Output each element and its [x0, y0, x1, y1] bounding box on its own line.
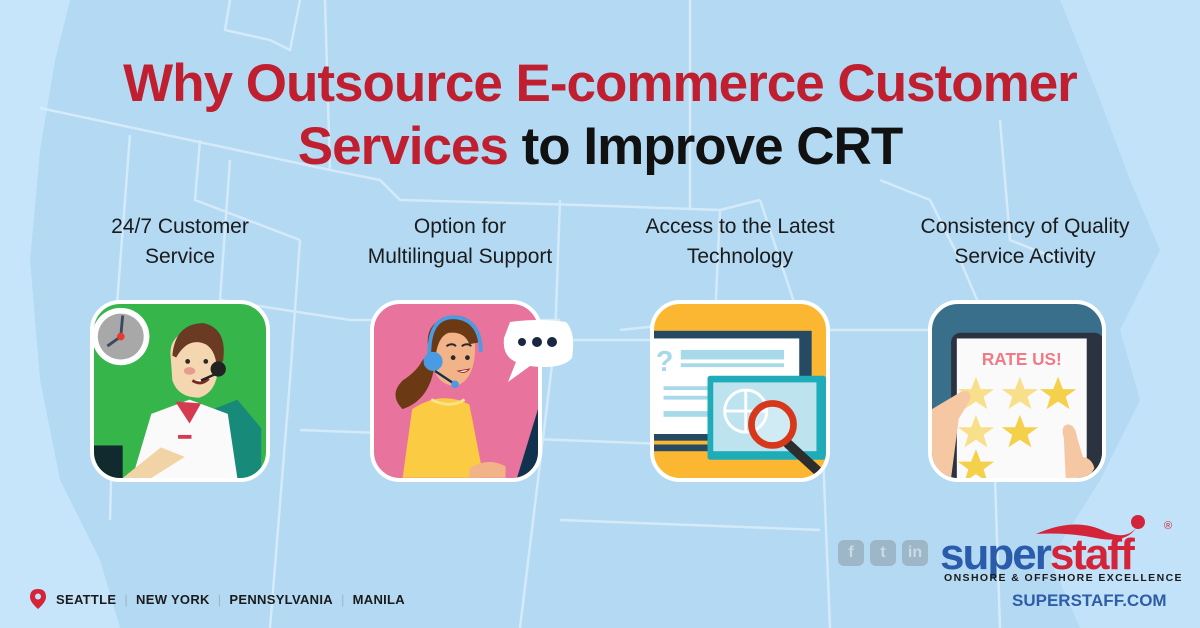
feature-technology: Access to the Latest Technology	[600, 212, 880, 274]
rate-us-tablet-icon: RATE US!	[928, 300, 1106, 482]
label-line2: Service	[144, 245, 216, 268]
brand-tagline: ONSHORE & OFFSHORE EXCELLENCE	[944, 572, 1183, 584]
label-line1: 24/7 Customer	[111, 215, 249, 238]
website-link[interactable]: SUPERSTAFF.COM	[1012, 591, 1167, 611]
separator: |	[340, 591, 345, 607]
title-red-word: Services	[297, 117, 509, 176]
feature-247-service: 24/7 Customer Service	[40, 212, 320, 274]
linkedin-icon[interactable]: in	[902, 540, 928, 566]
twitter-icon[interactable]: t	[870, 540, 896, 566]
support-agent-with-clock-icon	[90, 300, 270, 482]
separator: |	[217, 591, 222, 607]
location-new-york: NEW YORK	[136, 591, 210, 607]
label-line2: Service Activity	[954, 245, 1096, 268]
label-line2: Technology	[686, 245, 794, 268]
facebook-icon[interactable]: f	[838, 540, 864, 566]
page-title: Why Outsource E-commerce Customer Servic…	[0, 52, 1200, 178]
label-line1: Consistency of Quality	[920, 215, 1130, 238]
label-line2: Multilingual Support	[367, 245, 553, 268]
registered-mark: ®	[1164, 520, 1173, 532]
svg-text:?: ?	[656, 346, 674, 378]
feature-label: Consistency of Quality Service Activity	[885, 212, 1165, 274]
feature-consistency: Consistency of Quality Service Activity	[885, 212, 1165, 274]
location-pin-icon	[30, 589, 46, 609]
feature-label: Access to the Latest Technology	[600, 212, 880, 274]
title-line1: Why Outsource E-commerce Customer	[123, 54, 1078, 113]
rate-us-text: RATE US!	[982, 349, 1062, 369]
location-manila: MANILA	[352, 591, 405, 607]
label-line1: Option for	[413, 215, 507, 238]
location-pennsylvania: PENNSYLVANIA	[229, 591, 333, 607]
tablet-with-magnifier-icon: ?	[650, 300, 830, 482]
separator: |	[124, 591, 129, 607]
speech-bubble-icon	[503, 320, 574, 382]
label-line1: Access to the Latest	[645, 215, 835, 238]
feature-label: Option for Multilingual Support	[320, 212, 600, 274]
social-links: f t in	[838, 540, 928, 566]
location-seattle: SEATTLE	[56, 591, 117, 607]
title-black-part: to Improve CRT	[507, 117, 904, 176]
feature-multilingual: Option for Multilingual Support	[320, 212, 600, 274]
feature-label: 24/7 Customer Service	[40, 212, 320, 274]
office-locations: SEATTLE | NEW YORK | PENNSYLVANIA | MANI…	[30, 589, 405, 609]
